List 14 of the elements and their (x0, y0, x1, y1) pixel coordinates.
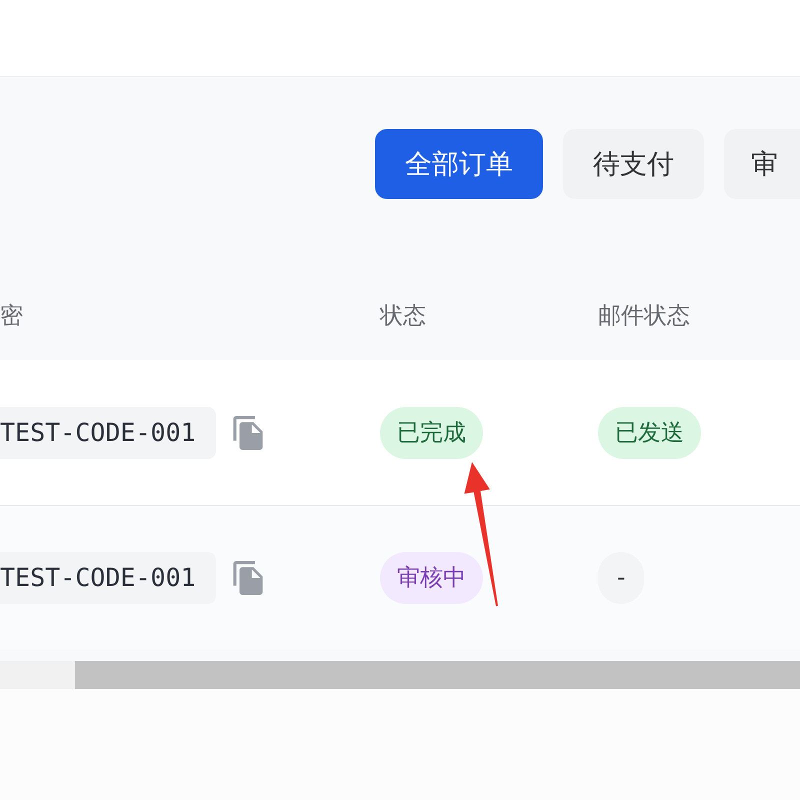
copy-icon[interactable] (230, 416, 265, 450)
mail-status-tag: - (598, 552, 644, 604)
mail-status-tag: 已发送 (598, 406, 701, 458)
status-tag: 已完成 (380, 406, 483, 458)
column-header: 邮件状态 (598, 302, 690, 330)
filter-tab[interactable]: 待支付 (563, 129, 704, 199)
column-header: 状态 (380, 302, 426, 330)
copy-icon[interactable] (230, 560, 265, 594)
filter-tab[interactable]: 审 (724, 129, 800, 199)
code-text: TEST-CODE-001 (0, 406, 216, 458)
filter-tab[interactable]: 全部订单 (375, 129, 543, 199)
status-tag: 审核中 (380, 552, 483, 604)
column-header: 密 (0, 302, 23, 330)
code-text: TEST-CODE-001 (0, 552, 216, 604)
